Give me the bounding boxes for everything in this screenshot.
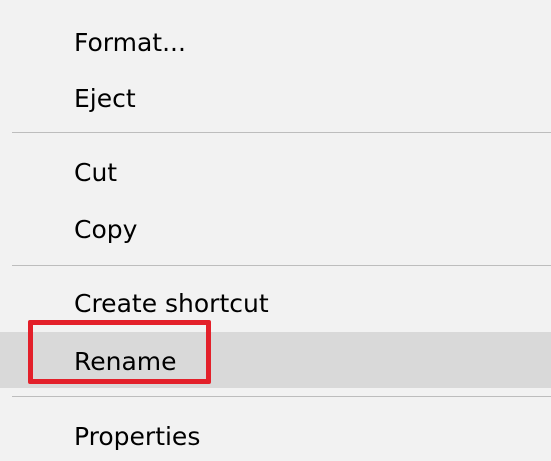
menu-item-copy-label: Copy [74,215,138,244]
context-menu: Format... Eject Cut Copy Create shortcut… [0,0,551,461]
menu-item-create-shortcut[interactable]: Create shortcut [0,291,551,323]
menu-item-cut-label: Cut [74,158,118,187]
menu-item-rename-label: Rename [74,347,177,376]
menu-separator [12,265,551,266]
menu-separator [12,132,551,133]
menu-item-cut[interactable]: Cut [0,160,551,192]
menu-item-format-label: Format... [74,28,186,57]
menu-item-eject-label: Eject [74,84,136,113]
menu-item-rename[interactable]: Rename [0,332,551,388]
menu-item-eject[interactable]: Eject [0,86,551,118]
menu-item-copy[interactable]: Copy [0,217,551,249]
menu-separator [12,396,551,397]
menu-item-create-shortcut-label: Create shortcut [74,289,269,318]
menu-item-properties[interactable]: Properties [0,424,551,456]
menu-item-format[interactable]: Format... [0,30,551,62]
menu-item-properties-label: Properties [74,422,201,451]
